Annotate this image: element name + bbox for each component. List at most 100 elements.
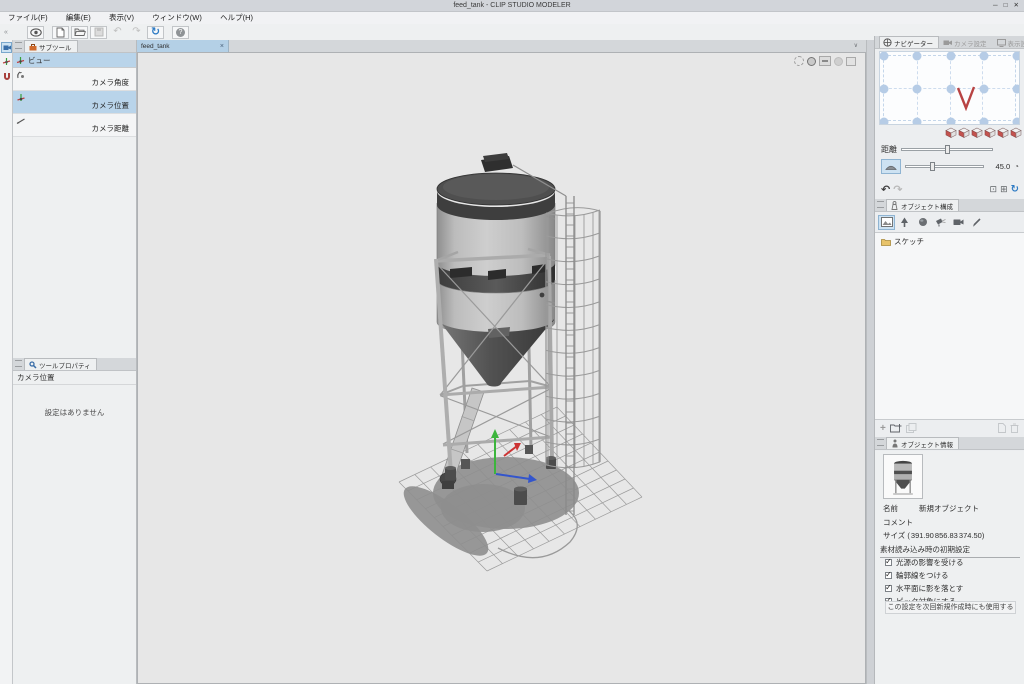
minimize-button[interactable]: ─ <box>993 0 998 11</box>
tab-display-settings[interactable]: 表示設定 <box>993 36 1024 48</box>
new-folder-icon[interactable] <box>890 423 902 433</box>
panel-splitter[interactable] <box>866 40 874 684</box>
tool-camera[interactable] <box>1 42 12 53</box>
name-value[interactable]: 新規オブジェクト <box>919 503 979 514</box>
navigator-grid-dot <box>979 118 988 126</box>
titlebar: feed_tank - CLIP STUDIO MODELER ─ □ ✕ <box>0 0 1024 12</box>
add-primitive-button[interactable] <box>914 215 931 230</box>
help-icon: ? <box>176 28 185 37</box>
view-preset-cube[interactable] <box>945 127 957 138</box>
save-button[interactable] <box>90 26 107 39</box>
page-icon[interactable] <box>998 423 1006 433</box>
subtool-item-camera-distance[interactable]: カメラ距離 <box>13 114 136 137</box>
navigator-grid-dot <box>880 85 889 94</box>
tool-move[interactable] <box>1 56 12 67</box>
subtool-panel: サブツール ビュー カメラ角度 カメラ位置 カメラ距離 <box>13 40 137 358</box>
3d-viewport-canvas[interactable] <box>137 53 866 684</box>
add-light-button[interactable] <box>932 215 949 230</box>
perspective-button[interactable] <box>881 159 901 174</box>
view-preset-cube[interactable] <box>958 127 970 138</box>
tree-item-sketch[interactable]: スケッチ <box>875 233 1024 247</box>
menu-edit[interactable]: 編集(E) <box>58 13 99 22</box>
fov-value: 45.0 <box>988 162 1010 171</box>
new-file-button[interactable] <box>52 26 69 39</box>
navigator-grid-dot <box>979 85 988 94</box>
tab-close-icon[interactable]: × <box>220 43 224 50</box>
checkbox-light-source[interactable]: ✓ 光源の影響を受ける <box>885 557 964 568</box>
perspective-control: 45.0 ◔ <box>881 158 1019 174</box>
checkbox-cast-shadow[interactable]: ✓ 水平面に影を落とす <box>885 583 963 594</box>
view-preset-cube[interactable] <box>984 127 996 138</box>
dim-circle-icon[interactable] <box>834 57 843 66</box>
maximize-button[interactable]: □ <box>1004 0 1008 11</box>
add-tree-button[interactable] <box>896 215 913 230</box>
menu-help[interactable]: ヘルプ(H) <box>212 13 261 22</box>
menu-file[interactable]: ファイル(F) <box>0 13 56 22</box>
minimize-panel-icon[interactable] <box>819 56 831 66</box>
panel-grip[interactable] <box>15 42 22 49</box>
collapse-toolbar-icon[interactable]: « <box>0 29 12 36</box>
tab-subtool[interactable]: サブツール <box>24 40 78 52</box>
menu-window[interactable]: ウィンドウ(W) <box>144 13 210 22</box>
open-folder-icon <box>74 27 86 37</box>
add-icon[interactable]: + <box>880 423 886 434</box>
help-button[interactable]: ? <box>172 26 189 39</box>
redo-button[interactable]: ↷ <box>128 26 145 39</box>
gear-solid-icon[interactable] <box>807 57 816 66</box>
panel-grip[interactable] <box>15 360 22 367</box>
tab-navigator[interactable]: ナビゲーター <box>879 36 939 48</box>
rotate-view-button[interactable]: ↻ <box>147 26 164 39</box>
tab-feed-tank[interactable]: feed_tank × <box>137 40 229 52</box>
view-preset-cube[interactable] <box>1010 127 1022 138</box>
navigator-grid-dot <box>979 52 988 61</box>
fov-slider[interactable] <box>905 162 984 171</box>
open-file-button[interactable] <box>71 26 88 39</box>
feed-tank-3d-model[interactable] <box>138 53 866 684</box>
subtool-item-camera-angle[interactable]: カメラ角度 <box>13 68 136 91</box>
view-preset-cube[interactable] <box>971 127 983 138</box>
subtool-item-camera-position[interactable]: カメラ位置 <box>13 91 136 114</box>
view-preset-cube[interactable] <box>997 127 1009 138</box>
add-sketch-button[interactable] <box>878 215 895 230</box>
undo-button[interactable]: ↶ <box>109 26 126 39</box>
close-button[interactable]: ✕ <box>1014 0 1019 11</box>
panel-grip[interactable] <box>877 201 884 208</box>
object-info-toolbar: + <box>875 420 1024 436</box>
distance-label: 距離 <box>881 144 897 155</box>
tab-object-composition[interactable]: オブジェクト構成 <box>886 199 959 211</box>
camera-redo-icon[interactable]: ↷ <box>893 183 902 196</box>
camera-undo-icon[interactable]: ↶ <box>881 183 890 196</box>
magnet-tool-icon <box>3 72 11 80</box>
checkbox-outline[interactable]: ✓ 輪郭線をつける <box>885 570 949 581</box>
tab-object-info[interactable]: オブジェクト情報 <box>886 437 959 449</box>
dial-icon[interactable]: ◔ <box>1014 162 1019 171</box>
navigator-grid-dot <box>880 118 889 126</box>
trash-icon[interactable] <box>1010 423 1019 433</box>
object-info-content: 名前 新規オブジェクト コメント サイズ ( 391.90 856.83 374… <box>875 451 1024 684</box>
tab-tool-property[interactable]: ツールプロパティ <box>24 358 97 370</box>
panel-grip[interactable] <box>877 439 884 446</box>
viewport-corner-controls <box>794 56 856 66</box>
duplicate-icon[interactable] <box>906 423 917 433</box>
add-camera-button[interactable] <box>950 215 967 230</box>
fit-grid-icon[interactable]: ⊞ <box>1000 184 1008 195</box>
subtool-group-view[interactable]: ビュー <box>13 53 136 68</box>
distance-slider[interactable] <box>901 145 993 154</box>
tool-magnet[interactable] <box>1 70 12 81</box>
navigator-preview[interactable] <box>879 51 1020 125</box>
tab-camera-settings[interactable]: カメラ設定 <box>939 36 993 48</box>
add-pen-button[interactable] <box>968 215 985 230</box>
camera-history-row: ↶ ↷ ⊡ ⊞ ↻ <box>881 182 1019 196</box>
checkbox: ✓ <box>885 559 892 566</box>
menu-view[interactable]: 表示(V) <box>101 13 142 22</box>
fit-frame-icon[interactable]: ⊡ <box>990 184 998 195</box>
float-panel-icon[interactable] <box>846 57 856 66</box>
use-settings-next-time-button[interactable]: この設定を次回新規作成時にも使用する <box>885 601 1016 614</box>
reset-camera-icon[interactable]: ↻ <box>1011 184 1019 195</box>
start-screen-button[interactable] <box>27 26 44 39</box>
main-toolbar: « ↶ <box>0 24 1024 41</box>
object-thumbnail[interactable] <box>883 454 923 499</box>
tab-list-chevron-icon[interactable]: ∨ <box>854 42 858 49</box>
camera-tool-icon <box>3 44 11 51</box>
gear-outline-icon[interactable] <box>794 56 804 66</box>
